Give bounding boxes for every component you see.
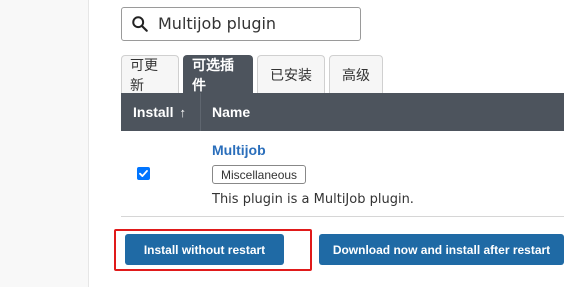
table-header: Install ↑ Name [121,93,564,131]
install-without-restart-button[interactable]: Install without restart [125,234,284,265]
checkmark-icon [139,170,148,177]
name-column-header[interactable]: Name [201,104,250,120]
search-box[interactable]: Multijob plugin [121,7,361,41]
plugin-description: This plugin is a MultiJob plugin. [212,192,414,207]
install-header-label: Install [133,104,174,120]
tab-advanced[interactable]: 高级 [329,55,383,93]
sort-ascending-icon: ↑ [179,104,186,120]
download-install-after-restart-button[interactable]: Download now and install after restart [319,234,564,265]
plugin-name-link[interactable]: Multijob [212,142,266,158]
plugin-manager-page: Multijob plugin 可更新 可选插件 已安装 高级 Install … [0,0,564,287]
left-gutter [0,0,89,287]
table-row: Multijob Miscellaneous This plugin is a … [121,131,564,217]
search-icon [122,8,158,40]
plugin-tabs: 可更新 可选插件 已安装 高级 [121,55,387,94]
category-tag[interactable]: Miscellaneous [212,165,307,184]
tab-installed[interactable]: 已安装 [257,55,325,93]
install-checkbox[interactable] [137,167,150,180]
search-input[interactable]: Multijob plugin [158,8,276,40]
install-column-header[interactable]: Install ↑ [121,93,201,131]
tab-updates[interactable]: 可更新 [121,55,179,94]
tab-available[interactable]: 可选插件 [183,55,253,94]
